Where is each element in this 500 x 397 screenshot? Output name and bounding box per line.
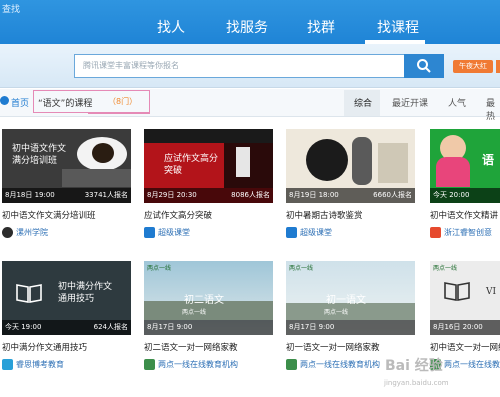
search-placeholder: 腾讯课堂丰富课程等你报名 bbox=[83, 61, 179, 70]
cover-tag: 两点一线 bbox=[289, 265, 314, 272]
cover-text: VI bbox=[486, 287, 497, 297]
promo-badge[interactable]: 午夜大红 bbox=[453, 60, 493, 73]
cover-text: 应试作文高分突破 bbox=[164, 154, 219, 176]
org-logo-icon bbox=[144, 359, 155, 370]
search-button[interactable] bbox=[404, 54, 444, 78]
course-title[interactable]: 初中语文一对一网络家教 bbox=[430, 341, 500, 353]
nav-find-group[interactable]: 找群 bbox=[307, 17, 335, 37]
course-title[interactable]: 初二语文一对一网络家教 bbox=[144, 341, 273, 353]
course-thumbnail[interactable]: 初中语文作文满分培训班 8月18日 19:00 33741人报名 bbox=[2, 129, 131, 203]
course-thumbnail[interactable]: 两点一线 初二语文 两点一线 8月17日 9:00 bbox=[144, 261, 273, 335]
cover-subtext: 两点一线 bbox=[324, 309, 349, 316]
course-thumbnail[interactable]: 初中满分作文通用技巧 今天 19:00 624人报名 bbox=[2, 261, 131, 335]
search-icon bbox=[417, 59, 431, 73]
course-enrol: 6660人报名 bbox=[373, 191, 412, 199]
cover-tag: 两点一线 bbox=[147, 265, 172, 272]
org-logo-icon bbox=[144, 227, 155, 238]
nav-find-service[interactable]: 找服务 bbox=[226, 17, 268, 37]
nav-find-course[interactable]: 找课程 bbox=[377, 17, 419, 37]
app-name: 查找 bbox=[2, 5, 21, 15]
course-title[interactable]: 初中满分作文通用技巧 bbox=[2, 341, 131, 353]
cover-text: 语 bbox=[482, 153, 495, 167]
course-org[interactable]: 漯州学院 bbox=[16, 227, 131, 238]
course-date: 8月29日 20:30 bbox=[147, 191, 197, 199]
course-thumbnail[interactable]: 应试作文高分突破 8月29日 20:30 8086人报名 bbox=[144, 129, 273, 203]
org-logo-icon bbox=[2, 359, 13, 370]
course-thumbnail[interactable]: 两点一线 初一语文 两点一线 8月17日 9:00 bbox=[286, 261, 415, 335]
course-org[interactable]: 两点一线在线教育机构 bbox=[444, 359, 500, 370]
watermark-url: jingyan.baidu.com bbox=[384, 379, 449, 387]
course-org[interactable]: 睿思博考教育 bbox=[16, 359, 131, 370]
breadcrumb-home[interactable]: 首页 bbox=[11, 96, 29, 109]
course-title[interactable]: 初中暑期古诗歌鉴赏 bbox=[286, 209, 415, 221]
book-icon bbox=[444, 282, 470, 301]
highlight-box bbox=[33, 90, 150, 113]
sort-tab-hot[interactable]: 最热 bbox=[486, 96, 500, 122]
course-thumbnail[interactable]: 8月19日 18:00 6660人报名 bbox=[286, 129, 415, 203]
org-logo-icon bbox=[286, 227, 297, 238]
course-org[interactable]: 浙江睿智创意 bbox=[444, 227, 500, 238]
course-enrol: 8086人报名 bbox=[231, 191, 270, 199]
course-thumbnail[interactable]: 语 今天 20:00 bbox=[430, 129, 500, 203]
course-enrol: 624人报名 bbox=[93, 323, 128, 331]
course-date: 8月18日 19:00 bbox=[5, 191, 55, 199]
course-org[interactable]: 两点一线在线教育机构 bbox=[158, 359, 273, 370]
org-logo-icon bbox=[430, 227, 441, 238]
nav-find-people[interactable]: 找人 bbox=[157, 17, 185, 37]
back-icon[interactable] bbox=[0, 96, 9, 105]
course-title[interactable]: 初中语文作文精讲 bbox=[430, 209, 500, 221]
search-input[interactable]: 腾讯课堂丰富课程等你报名 bbox=[74, 54, 405, 78]
course-date: 8月17日 9:00 bbox=[289, 323, 335, 331]
cover-tag: 两点一线 bbox=[433, 265, 458, 272]
course-thumbnail[interactable]: 两点一线 VI 8月16日 20:00 bbox=[430, 261, 500, 335]
cover-text: 初中语文作文满分培训班 bbox=[12, 144, 67, 166]
course-date: 今天 19:00 bbox=[5, 323, 42, 331]
sort-tab-recent[interactable]: 最近开课 bbox=[392, 96, 428, 109]
course-date: 8月19日 18:00 bbox=[289, 191, 339, 199]
cover-text: 初二语文 bbox=[184, 295, 224, 306]
sort-tab-default[interactable]: 综合 bbox=[354, 96, 372, 109]
course-date: 8月17日 9:00 bbox=[147, 323, 193, 331]
course-title[interactable]: 初一语文一对一网络家教 bbox=[286, 341, 415, 353]
cover-text: 初中满分作文通用技巧 bbox=[58, 282, 113, 304]
course-org[interactable]: 超级课堂 bbox=[158, 227, 273, 238]
course-title[interactable]: 初中语文作文满分培训班 bbox=[2, 209, 131, 221]
cover-subtext: 两点一线 bbox=[182, 309, 207, 316]
sort-tab-popular[interactable]: 人气 bbox=[448, 96, 466, 109]
org-logo-icon bbox=[2, 227, 13, 238]
book-icon bbox=[16, 284, 42, 303]
promo-badge-extra[interactable] bbox=[496, 60, 500, 73]
org-logo-icon bbox=[286, 359, 297, 370]
course-org[interactable]: 超级课堂 bbox=[300, 227, 415, 238]
course-date: 8月16日 20:00 bbox=[433, 323, 483, 331]
course-title[interactable]: 应试作文高分突破 bbox=[144, 209, 273, 221]
cover-text: 初一语文 bbox=[326, 295, 366, 306]
course-date: 今天 20:00 bbox=[433, 191, 470, 199]
course-enrol: 33741人报名 bbox=[84, 191, 128, 199]
highlight-underline bbox=[88, 113, 150, 114]
watermark: Bai 经验 bbox=[385, 358, 443, 374]
